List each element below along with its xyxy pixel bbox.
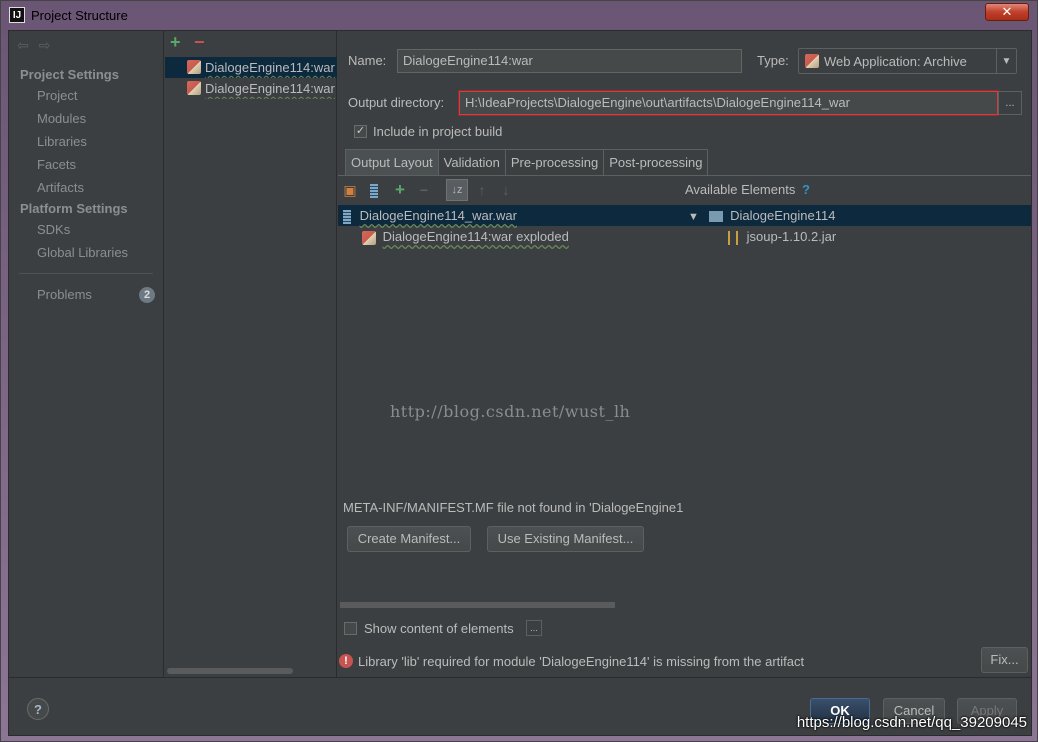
project-structure-window: IJ Project Structure ✕ ⇦ ⇨ Project Setti…	[0, 0, 1038, 742]
sidebar-divider	[19, 273, 153, 274]
layout-toolbar: ▣ + − ↓z ↑ ↓ Available Elements ?	[338, 176, 1031, 204]
layout-tree-root[interactable]: DialogeEngine114_war.war	[338, 205, 684, 226]
tab-pre-processing[interactable]: Pre-processing	[504, 149, 605, 175]
blog-watermark: http://blog.csdn.net/wust_lh	[390, 402, 631, 421]
sidebar-item-facets[interactable]: Facets	[37, 155, 76, 175]
remove-element-icon[interactable]: −	[416, 182, 432, 198]
add-artifact-icon[interactable]: +	[170, 32, 181, 53]
available-tree-root[interactable]: ▼ DialogeEngine114	[684, 205, 1031, 226]
csdn-watermark: https://blog.csdn.net/qq_39209045	[796, 714, 1027, 731]
include-in-build-checkbox[interactable]: ✓	[354, 125, 367, 138]
type-combobox[interactable]: Web Application: Archive ▼	[798, 48, 1017, 74]
available-elements-label: Available Elements	[685, 182, 796, 197]
module-folder-icon	[708, 211, 723, 223]
output-directory-label: Output directory:	[348, 95, 445, 110]
available-tree-child[interactable]: jsoup-1.10.2.jar	[728, 226, 836, 247]
missing-library-error: Library 'lib' required for module 'Dialo…	[358, 654, 805, 669]
show-content-label: Show content of elements	[364, 621, 514, 636]
show-content-options-button[interactable]: ...	[526, 620, 542, 636]
use-existing-manifest-button[interactable]: Use Existing Manifest...	[487, 526, 644, 552]
forward-arrow-icon[interactable]: ⇨	[39, 37, 51, 54]
close-button[interactable]: ✕	[985, 3, 1029, 21]
name-label: Name:	[348, 53, 387, 68]
platform-settings-heading: Platform Settings	[20, 201, 128, 216]
error-icon: !	[339, 654, 353, 668]
move-down-icon[interactable]: ↓	[498, 182, 514, 198]
war-archive-icon	[187, 60, 201, 74]
artifact-list-item[interactable]: DialogeEngine114:war	[165, 57, 337, 78]
remove-artifact-icon[interactable]: −	[194, 32, 205, 53]
sidebar-item-global-libraries[interactable]: Global Libraries	[37, 243, 128, 263]
artifacts-list-panel: + − DialogeEngine114:war DialogeEngine11…	[165, 31, 337, 677]
type-label: Type:	[757, 53, 789, 68]
available-child-label: jsoup-1.10.2.jar	[746, 229, 837, 244]
archive-icon[interactable]	[366, 182, 382, 199]
artifacts-horizontal-scrollbar[interactable]	[167, 668, 293, 674]
web-application-icon	[805, 54, 819, 68]
create-manifest-button[interactable]: Create Manifest...	[347, 526, 471, 552]
tab-output-layout[interactable]: Output Layout	[345, 149, 439, 175]
help-icon[interactable]: ?	[802, 182, 810, 197]
project-settings-heading: Project Settings	[20, 67, 119, 82]
show-content-checkbox[interactable]	[344, 622, 357, 635]
nav-arrows: ⇦ ⇨	[17, 37, 50, 54]
sidebar-item-artifacts[interactable]: Artifacts	[37, 178, 84, 198]
jar-library-icon	[728, 230, 738, 245]
artifact-name: DialogeEngine114:war	[205, 60, 335, 75]
sidebar-item-problems[interactable]: Problems	[37, 285, 92, 305]
type-value: Web Application: Archive	[824, 53, 967, 69]
browse-output-button[interactable]: ...	[998, 91, 1022, 115]
artifact-name: DialogeEngine114:war	[205, 81, 335, 96]
chevron-down-icon[interactable]: ▼	[996, 49, 1016, 73]
move-up-icon[interactable]: ↑	[474, 182, 490, 198]
add-element-icon[interactable]: +	[392, 181, 408, 198]
artifact-tabs: Output Layout Validation Pre-processing …	[345, 149, 709, 175]
window-title: Project Structure	[31, 7, 128, 23]
sidebar-item-libraries[interactable]: Libraries	[37, 132, 87, 152]
sidebar-item-project[interactable]: Project	[37, 86, 77, 106]
layout-root-label: DialogeEngine114_war.war	[359, 208, 517, 223]
artifact-list-item[interactable]: DialogeEngine114:war	[165, 78, 337, 99]
panel-horizontal-scrollbar[interactable]	[340, 602, 615, 608]
sort-elements-icon[interactable]: ↓z	[446, 179, 468, 201]
intellij-app-icon: IJ	[9, 7, 25, 23]
problems-count-badge: 2	[139, 287, 155, 303]
output-layout-panel: ▣ + − ↓z ↑ ↓ Available Elements ? Dialog…	[338, 175, 1031, 608]
artifact-editor: Name: DialogeEngine114:war Type: Web App…	[338, 31, 1031, 677]
layout-tree-child[interactable]: DialogeEngine114:war exploded	[362, 226, 569, 247]
include-in-build-label: Include in project build	[373, 124, 503, 139]
settings-sidebar: ⇦ ⇨ Project Settings Project Modules Lib…	[9, 31, 164, 677]
war-file-icon	[343, 209, 351, 224]
create-directory-icon[interactable]: ▣	[342, 182, 358, 198]
tab-post-processing[interactable]: Post-processing	[603, 149, 709, 175]
expand-triangle-icon[interactable]: ▼	[688, 211, 699, 223]
tab-validation[interactable]: Validation	[437, 149, 506, 175]
help-button[interactable]: ?	[27, 698, 49, 720]
title-bar: IJ Project Structure ✕	[1, 1, 1037, 29]
output-layout-tree: DialogeEngine114_war.war DialogeEngine11…	[338, 204, 684, 494]
fix-button[interactable]: Fix...	[981, 647, 1028, 673]
exploded-war-icon	[362, 230, 376, 245]
output-directory-field[interactable]: H:\IdeaProjects\DialogeEngine\out\artifa…	[459, 91, 998, 115]
name-field[interactable]: DialogeEngine114:war	[397, 49, 742, 73]
war-exploded-icon	[187, 81, 201, 95]
sidebar-item-modules[interactable]: Modules	[37, 109, 86, 129]
available-root-label: DialogeEngine114	[730, 208, 836, 223]
back-arrow-icon[interactable]: ⇦	[17, 37, 29, 54]
sidebar-item-sdks[interactable]: SDKs	[37, 220, 70, 240]
available-elements-tree: ▼ DialogeEngine114 jsoup-1.10.2.jar	[684, 204, 1031, 494]
manifest-warning: META-INF/MANIFEST.MF file not found in '…	[343, 500, 684, 515]
layout-child-label: DialogeEngine114:war exploded	[382, 229, 569, 244]
dialog-content: ⇦ ⇨ Project Settings Project Modules Lib…	[8, 30, 1032, 736]
